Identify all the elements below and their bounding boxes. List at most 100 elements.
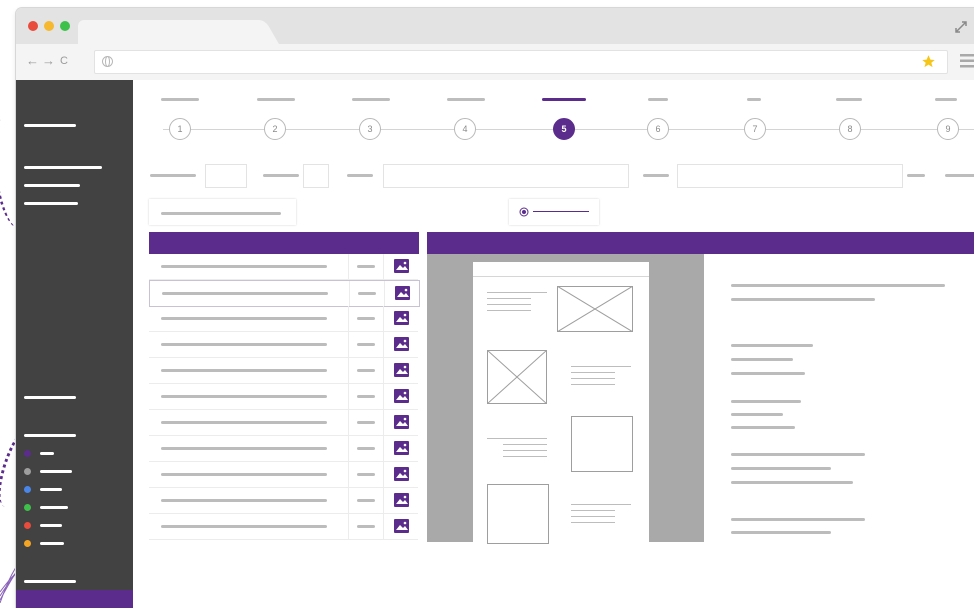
preview-panel-tab[interactable] [509, 199, 599, 225]
row-value [357, 525, 375, 528]
table-row[interactable] [149, 306, 418, 332]
table-row[interactable] [149, 280, 420, 307]
image-placeholder-icon [557, 286, 633, 332]
detail-line [731, 518, 865, 521]
status-label-1[interactable] [40, 452, 54, 455]
row-title [161, 499, 327, 502]
sidebar-item-6[interactable] [24, 434, 76, 437]
row-value [358, 292, 376, 295]
image-thumbnail-icon[interactable] [394, 259, 409, 273]
maximize-window-button[interactable] [60, 21, 70, 31]
page-text-line [571, 378, 615, 379]
table-row[interactable] [149, 254, 418, 280]
column-divider [348, 358, 349, 383]
detail-line [731, 372, 805, 375]
detail-line [731, 426, 795, 429]
table-row[interactable] [149, 410, 418, 436]
step-8[interactable]: 8 [839, 118, 861, 140]
menu-icon[interactable] [960, 54, 974, 68]
row-title [161, 395, 327, 398]
image-thumbnail-icon[interactable] [394, 519, 409, 533]
fullscreen-icon[interactable] [954, 20, 968, 34]
status-label-3[interactable] [40, 488, 62, 491]
column-divider [383, 358, 384, 383]
sidebar-item-5[interactable] [24, 396, 76, 399]
filter-input-3[interactable] [383, 164, 629, 188]
status-dot-gray [24, 468, 31, 475]
status-dot-orange [24, 540, 31, 547]
column-divider [348, 306, 349, 331]
table-row[interactable] [149, 358, 418, 384]
status-label-6[interactable] [40, 542, 64, 545]
list-panel-tab-label [161, 212, 281, 215]
sidebar-item-3[interactable] [24, 184, 80, 187]
column-divider [383, 384, 384, 409]
sidebar-active-footer[interactable] [16, 590, 133, 608]
back-icon[interactable]: ← [26, 53, 39, 69]
step-4[interactable]: 4 [454, 118, 476, 140]
radio-selected-icon[interactable] [519, 207, 529, 217]
status-label-5[interactable] [40, 524, 62, 527]
row-title [161, 343, 327, 346]
sidebar-item-4[interactable] [24, 202, 78, 205]
table-row[interactable] [149, 384, 418, 410]
filter-input-2[interactable] [303, 164, 329, 188]
step-1[interactable]: 1 [169, 118, 191, 140]
browser-window: ← → C 1 2 3 4 5 6 7 8 9 [16, 8, 974, 608]
step-5[interactable]: 5 [553, 118, 575, 140]
minimize-window-button[interactable] [44, 21, 54, 31]
content-box-placeholder [571, 416, 633, 472]
browser-tab[interactable] [78, 20, 256, 44]
image-thumbnail-icon[interactable] [394, 415, 409, 429]
step-2[interactable]: 2 [264, 118, 286, 140]
step-3[interactable]: 3 [359, 118, 381, 140]
step-7[interactable]: 7 [744, 118, 766, 140]
filter-label-3 [347, 174, 373, 177]
reload-icon[interactable]: C [60, 53, 68, 69]
image-thumbnail-icon[interactable] [394, 467, 409, 481]
table-row[interactable] [149, 462, 418, 488]
address-input[interactable] [94, 50, 948, 74]
image-thumbnail-icon[interactable] [394, 493, 409, 507]
forward-icon[interactable]: → [42, 53, 55, 69]
filter-input-4[interactable] [677, 164, 903, 188]
status-label-2[interactable] [40, 470, 72, 473]
image-thumbnail-icon[interactable] [395, 286, 410, 300]
table-row[interactable] [149, 332, 418, 358]
step-6[interactable]: 6 [647, 118, 669, 140]
filter-input-1[interactable] [205, 164, 247, 188]
row-title [161, 421, 327, 424]
row-title [161, 317, 327, 320]
list-panel-tab[interactable] [149, 199, 296, 225]
sidebar-item-1[interactable] [24, 124, 76, 127]
table-row[interactable] [149, 514, 418, 540]
detail-line [731, 453, 865, 456]
filter-label-4 [643, 174, 669, 177]
table-row[interactable] [149, 436, 418, 462]
image-thumbnail-icon[interactable] [394, 363, 409, 377]
status-label-4[interactable] [40, 506, 68, 509]
page-text-line [571, 504, 631, 505]
image-thumbnail-icon[interactable] [394, 389, 409, 403]
close-window-button[interactable] [28, 21, 38, 31]
main-content: 1 2 3 4 5 6 7 8 9 [133, 80, 974, 608]
page-text-line [487, 304, 531, 305]
column-divider [383, 488, 384, 513]
table-row[interactable] [149, 488, 418, 514]
sidebar-item-7[interactable] [24, 580, 76, 583]
row-title [162, 292, 328, 295]
sidebar-item-2[interactable] [24, 166, 102, 169]
column-divider [383, 410, 384, 435]
row-title [161, 447, 327, 450]
step-9[interactable]: 9 [937, 118, 959, 140]
step-label-2 [257, 98, 295, 101]
image-thumbnail-icon[interactable] [394, 337, 409, 351]
preview-header [427, 232, 974, 254]
image-thumbnail-icon[interactable] [394, 311, 409, 325]
column-divider [348, 514, 349, 539]
row-title [161, 473, 327, 476]
document-page-thumbnail[interactable] [473, 262, 649, 544]
row-value [357, 395, 375, 398]
bookmark-star-icon[interactable] [921, 54, 936, 69]
image-thumbnail-icon[interactable] [394, 441, 409, 455]
